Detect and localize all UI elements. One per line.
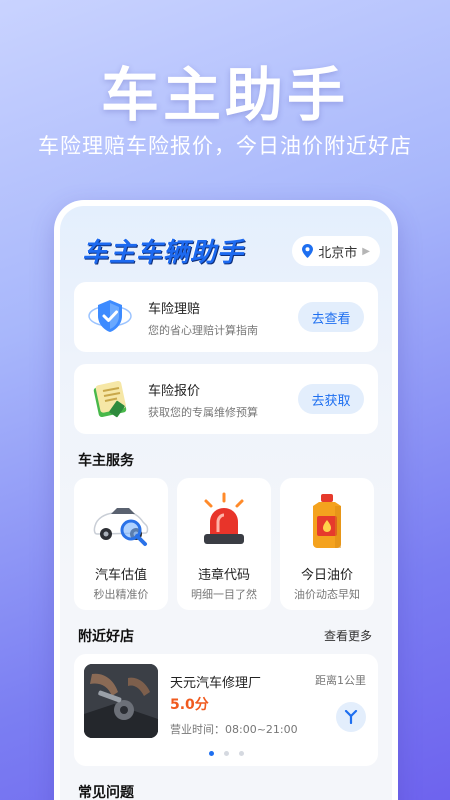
- card-description: 获取您的专属维修预算: [148, 406, 258, 419]
- app-screen: 车主车辆助手 北京市 ▶ 车险理赔 您的省心理赔计算指南 去查看 车险报价 获取…: [60, 206, 392, 800]
- service-name: 违章代码: [197, 568, 250, 583]
- hero-subtitle: 车险理赔车险报价，今日油价附近好店: [38, 134, 412, 158]
- shop-hours: 营业时间：08:00~21:00: [170, 723, 298, 736]
- navigate-button[interactable]: [336, 702, 366, 732]
- car-magnifier-icon: [93, 508, 149, 546]
- phone-frame: 车主车辆助手 北京市 ▶ 车险理赔 您的省心理赔计算指南 去查看 车险报价 获取…: [54, 200, 398, 800]
- service-subtitle: 明细一目了然: [191, 588, 257, 601]
- service-name: 汽车估值: [94, 568, 147, 583]
- section-title-faq: 常见问题: [78, 785, 134, 800]
- shop-photo: [84, 664, 158, 738]
- service-car-valuation[interactable]: 汽车估值 秒出精准价: [74, 478, 168, 610]
- route-icon: [344, 710, 358, 724]
- get-button[interactable]: 去获取: [298, 384, 364, 414]
- shop-score: 5.0分: [170, 697, 209, 713]
- section-title-services: 车主服务: [78, 453, 134, 469]
- oil-can-icon: [313, 494, 341, 548]
- siren-icon: [204, 492, 244, 544]
- app-logo: 车主车辆助手: [82, 238, 245, 268]
- card-title: 车险报价: [148, 384, 201, 399]
- shop-name: 天元汽车修理厂: [170, 676, 262, 691]
- section-title-nearby: 附近好店: [78, 629, 134, 645]
- service-oil-price[interactable]: 今日油价 油价动态早知: [280, 478, 374, 610]
- shop-distance: 距离1公里: [315, 674, 366, 687]
- service-subtitle: 油价动态早知: [294, 588, 360, 601]
- location-pin-icon: [302, 244, 314, 258]
- document-icon: [93, 380, 127, 418]
- pagination-dot[interactable]: [238, 751, 244, 756]
- app-header: 车主车辆助手 北京市 ▶: [60, 206, 392, 276]
- card-title: 车险理赔: [148, 302, 201, 317]
- service-name: 今日油价: [300, 568, 353, 583]
- carousel-pagination: [74, 751, 378, 756]
- service-violation-code[interactable]: 违章代码 明细一目了然: [177, 478, 271, 610]
- pagination-dot[interactable]: [208, 751, 214, 756]
- insurance-quote-card[interactable]: 车险报价 获取您的专属维修预算 去获取: [74, 364, 378, 434]
- view-button[interactable]: 去查看: [298, 302, 364, 332]
- hero-title: 车主助手: [100, 61, 349, 129]
- city-label: 北京市: [318, 245, 358, 261]
- insurance-claim-card[interactable]: 车险理赔 您的省心理赔计算指南 去查看: [74, 282, 378, 352]
- city-selector[interactable]: 北京市 ▶: [292, 236, 380, 266]
- pagination-dot[interactable]: [223, 751, 229, 756]
- card-description: 您的省心理赔计算指南: [148, 324, 258, 337]
- shop-card[interactable]: 天元汽车修理厂 5.0分 营业时间：08:00~21:00 距离1公里: [74, 654, 378, 766]
- service-subtitle: 秒出精准价: [93, 588, 149, 601]
- view-more-link[interactable]: 查看更多: [324, 627, 372, 644]
- shield-check-icon: [88, 300, 132, 332]
- chevron-right-icon: ▶: [362, 245, 370, 257]
